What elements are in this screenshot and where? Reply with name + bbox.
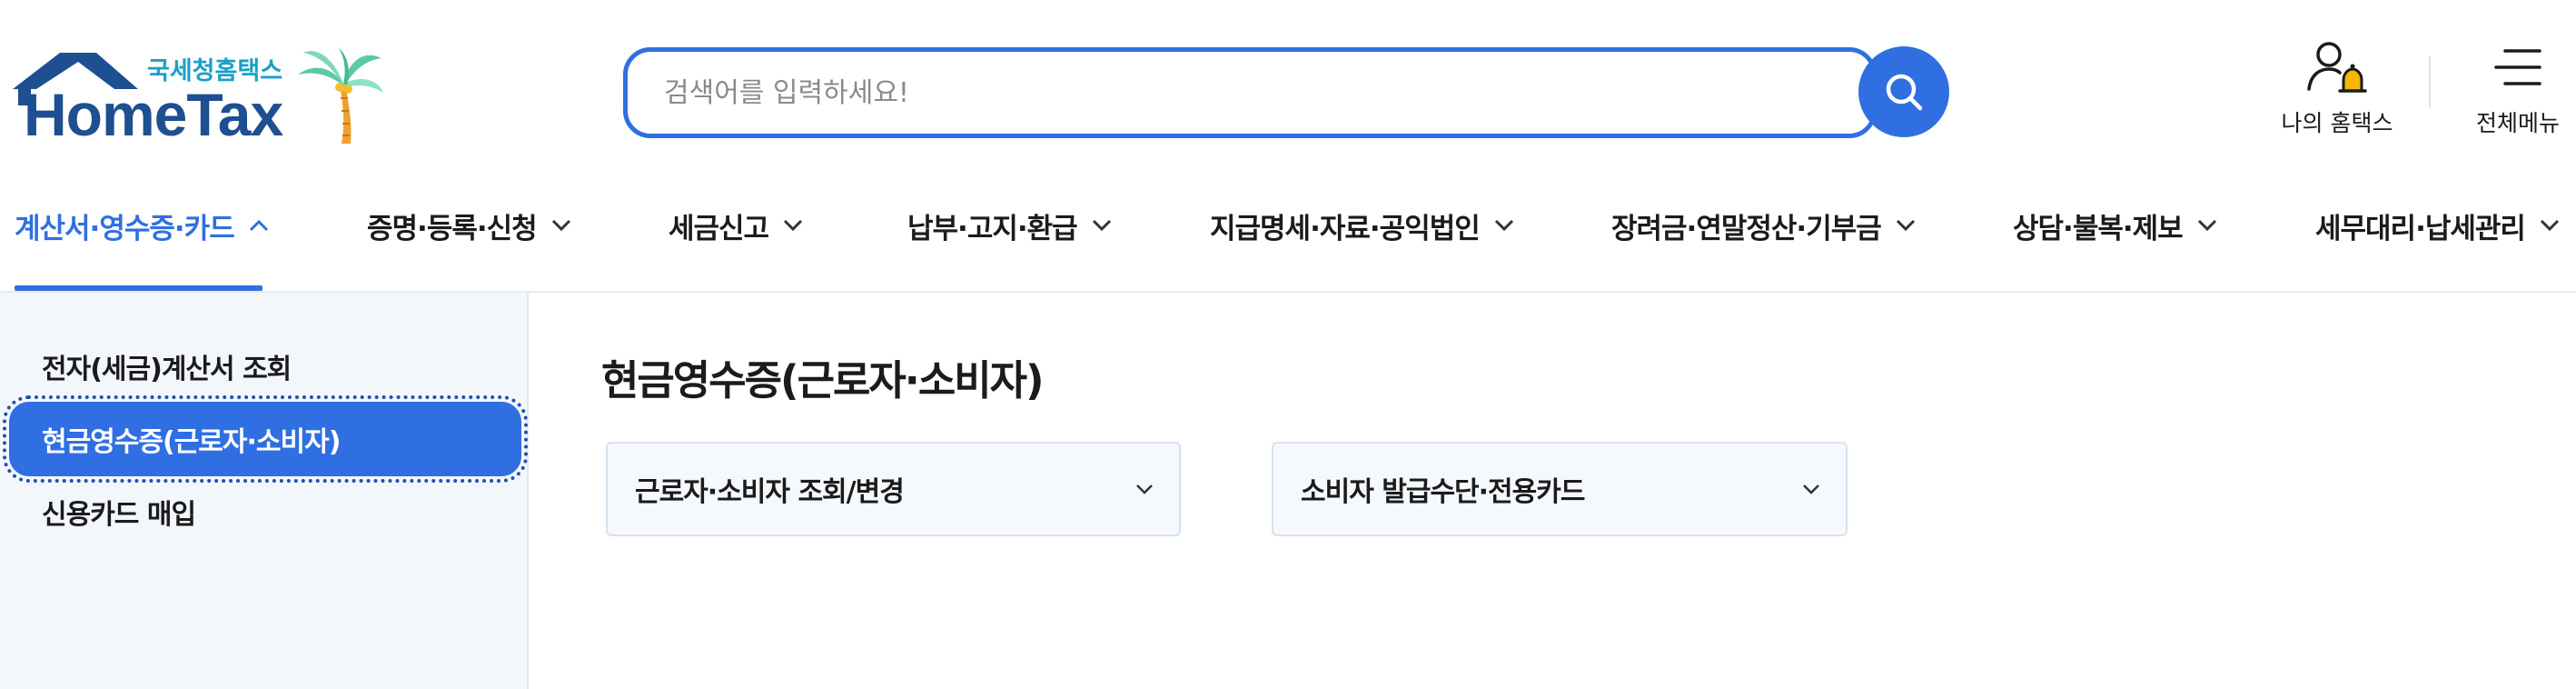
chevron-down-icon (1092, 219, 1111, 232)
user-bell-icon (2307, 42, 2367, 93)
chevron-down-icon (2197, 219, 2216, 232)
sidebar-item-label: 전자(세금)계산서 조회 (42, 354, 292, 385)
gnb-item-incentives[interactable]: 장려금·연말정산·기부금 (1611, 198, 1916, 253)
search-input[interactable] (664, 52, 1808, 134)
sidebar-item-label: 현금영수증(근로자·소비자) (42, 426, 341, 458)
chevron-down-icon (784, 219, 803, 232)
gnb-item-tax-agent[interactable]: 세무대리·납세관리 (2315, 198, 2560, 253)
sidebar-item-label: 신용카드 매입 (42, 499, 196, 531)
gnb-item-payment[interactable]: 납부·고지·환급 (907, 198, 1112, 253)
gnb-item-label: 장려금·연말정산·기부금 (1611, 212, 1882, 245)
chevron-down-icon (551, 219, 570, 232)
sidebar-item-cash-receipt[interactable]: 현금영수증(근로자·소비자) (3, 395, 528, 483)
gnb-item-label: 세무대리·납세관리 (2315, 212, 2526, 245)
sidebar-item-credit-card-purchase[interactable]: 신용카드 매입 (9, 474, 521, 549)
dropdown-label: 소비자 발급수단·전용카드 (1301, 476, 1585, 508)
active-tab-indicator (15, 285, 263, 291)
chevron-down-icon (1803, 484, 1819, 494)
gnb-item-label: 상담·불복·제보 (2013, 212, 2184, 245)
my-hometax-button[interactable]: 나의 홈택스 (2269, 40, 2405, 138)
hometax-page: 국세청홈택스 HomeTax 검색어를 입력하세요! 나의 홈택스 전체메뉴 계… (0, 0, 2576, 689)
gnb-item-receipts-cards[interactable]: 계산서·영수증·카드 (15, 198, 269, 253)
chevron-down-icon (2540, 219, 2559, 232)
all-menu-label: 전체메뉴 (2475, 110, 2560, 136)
gnb-item-tax-return[interactable]: 세금신고 (669, 198, 803, 253)
chevron-down-icon (1136, 484, 1153, 494)
sidebar: 전자(세금)계산서 조회 현금영수증(근로자·소비자) 신용카드 매입 (0, 293, 529, 689)
chevron-down-icon (1896, 219, 1915, 232)
gnb-item-label: 증명·등록·신청 (367, 212, 538, 245)
gnb-item-label: 지급명세·자료·공익법인 (1210, 212, 1481, 245)
logo-wordmark: HomeTax (24, 81, 283, 148)
page-title: 현금영수증(근로자·소비자) (601, 356, 1045, 404)
all-menu-button[interactable]: 전체메뉴 (2460, 40, 2576, 138)
dropdown-worker-consumer-lookup[interactable]: 근로자·소비자 조회/변경 (606, 442, 1181, 536)
palm-tree-icon (298, 47, 383, 144)
chevron-up-icon (249, 219, 268, 232)
utility-divider (2429, 56, 2431, 107)
hamburger-menu-icon (2494, 49, 2541, 85)
gnb-item-label: 세금신고 (669, 212, 769, 245)
search-button[interactable] (1858, 46, 1949, 137)
gnb-item-consultation[interactable]: 상담·불복·제보 (2013, 198, 2217, 253)
search-box (623, 47, 1877, 138)
gnb-item-label: 계산서·영수증·카드 (15, 212, 235, 245)
site-header: 국세청홈택스 HomeTax 검색어를 입력하세요! 나의 홈택스 전체메뉴 (0, 0, 2576, 155)
sidebar-item-e-invoice[interactable]: 전자(세금)계산서 조회 (9, 329, 521, 404)
dropdown-consumer-issuance-card[interactable]: 소비자 발급수단·전용카드 (1272, 442, 1848, 536)
my-hometax-label: 나의 홈택스 (2281, 110, 2393, 136)
gnb-item-certificates[interactable]: 증명·등록·신청 (367, 198, 571, 253)
chevron-down-icon (1494, 219, 1513, 232)
search-icon (1886, 74, 1923, 111)
hometax-logo[interactable]: 국세청홈택스 HomeTax (13, 45, 385, 148)
main-navigation: 계산서·영수증·카드 증명·등록·신청 세금신고 납부·고지·환급 지급명세·자… (0, 155, 2576, 293)
gnb-item-statements[interactable]: 지급명세·자료·공익법인 (1210, 198, 1514, 253)
dropdown-label: 근로자·소비자 조회/변경 (635, 476, 905, 508)
gnb-item-label: 납부·고지·환급 (907, 212, 1078, 245)
